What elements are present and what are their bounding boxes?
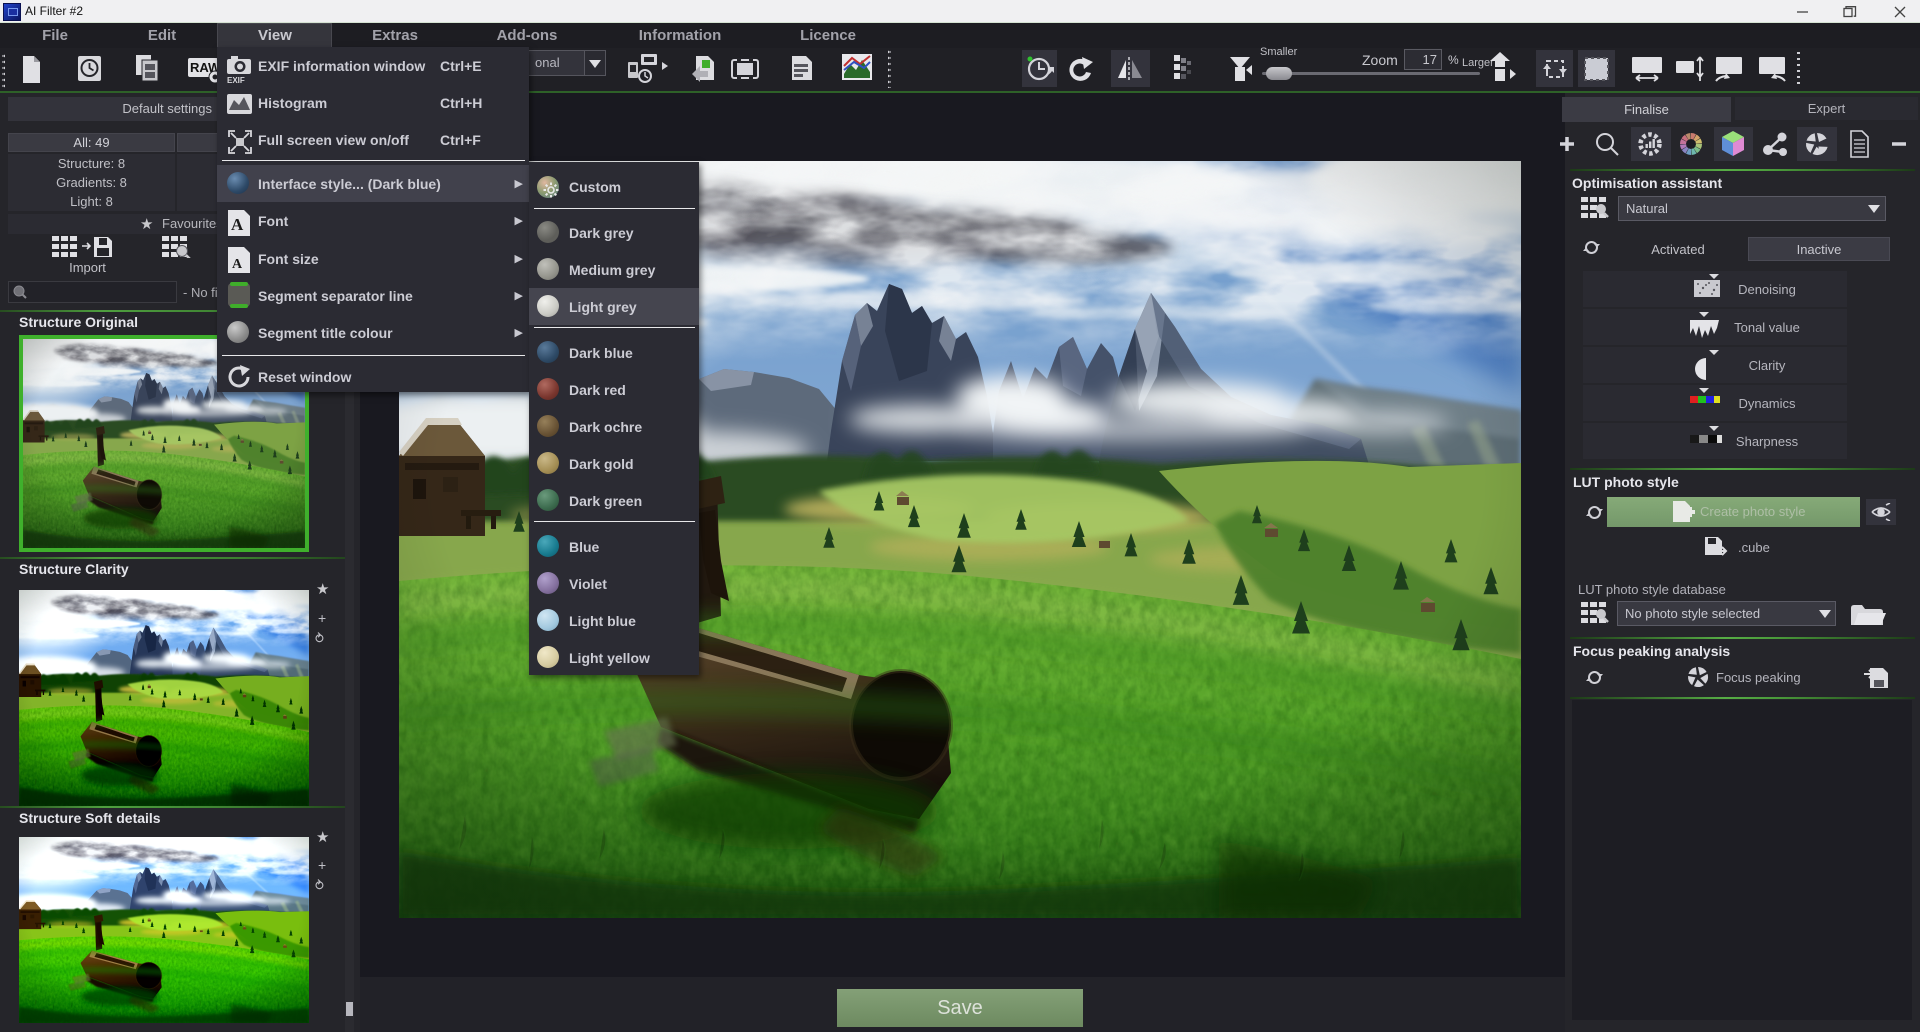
svg-text:A: A	[231, 215, 244, 234]
svg-text:A: A	[232, 257, 243, 272]
svg-text:EXIF: EXIF	[227, 76, 245, 83]
